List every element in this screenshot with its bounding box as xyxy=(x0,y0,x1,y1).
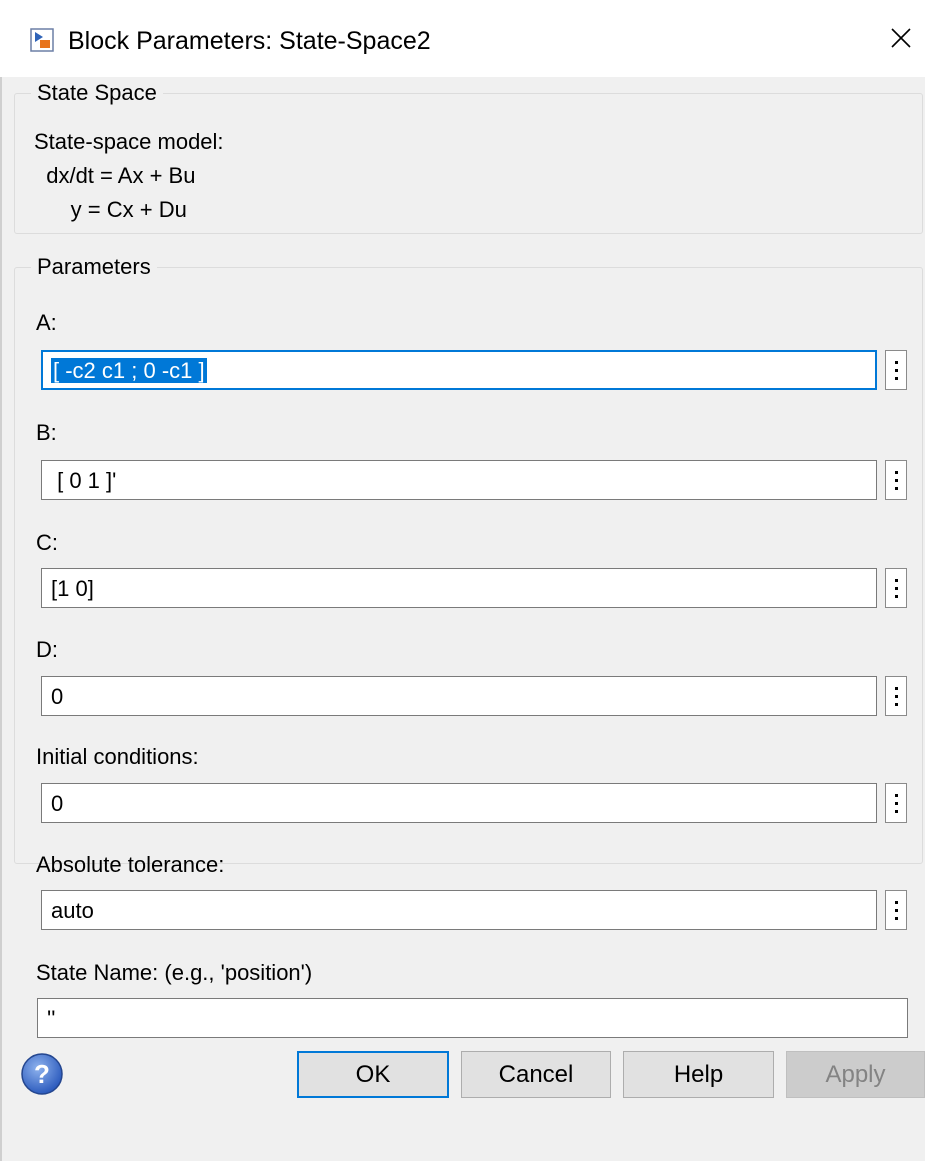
param-label-c: C: xyxy=(36,530,58,555)
param-input-d[interactable]: 0 xyxy=(41,676,877,716)
param-input-state-name[interactable]: '' xyxy=(37,998,908,1038)
window-title: Block Parameters: State-Space2 xyxy=(68,27,431,55)
param-menu-initial-conditions[interactable] xyxy=(885,783,907,823)
cancel-button[interactable]: Cancel xyxy=(461,1051,611,1098)
parameters-legend: Parameters xyxy=(37,254,151,279)
description-legend: State Space xyxy=(37,80,157,105)
description-line-2: dx/dt = Ax + Bu xyxy=(34,163,196,188)
param-value-a: [ -c2 c1 ; 0 -c1 ] xyxy=(51,358,207,383)
description-line-1: State-space model: xyxy=(34,129,224,154)
param-label-state-name: State Name: (e.g., 'position') xyxy=(36,960,313,985)
param-label-d: D: xyxy=(36,637,58,662)
close-button[interactable] xyxy=(878,14,924,64)
close-icon xyxy=(891,28,911,48)
param-menu-c[interactable] xyxy=(885,568,907,608)
question-circle-icon[interactable]: ? xyxy=(20,1052,64,1096)
param-label-b: B: xyxy=(36,420,57,445)
window-border xyxy=(0,77,2,1161)
param-menu-a[interactable] xyxy=(885,350,907,390)
help-button[interactable]: Help xyxy=(623,1051,774,1098)
svg-text:?: ? xyxy=(34,1059,50,1089)
title-bar: Block Parameters: State-Space2 xyxy=(0,0,925,77)
simulink-block-icon xyxy=(30,28,54,52)
param-menu-absolute-tolerance[interactable] xyxy=(885,890,907,930)
param-input-a[interactable]: [ -c2 c1 ; 0 -c1 ] xyxy=(41,350,877,390)
param-menu-d[interactable] xyxy=(885,676,907,716)
param-input-absolute-tolerance[interactable]: auto xyxy=(41,890,877,930)
param-input-c[interactable]: [1 0] xyxy=(41,568,877,608)
param-label-absolute-tolerance: Absolute tolerance: xyxy=(36,852,225,877)
param-input-b[interactable]: [ 0 1 ]' xyxy=(41,460,877,500)
param-label-initial-conditions: Initial conditions: xyxy=(36,744,199,769)
param-menu-b[interactable] xyxy=(885,460,907,500)
apply-button[interactable]: Apply xyxy=(786,1051,925,1098)
dialog-window: Block Parameters: State-Space2 State Spa… xyxy=(0,0,925,1161)
param-label-a: A: xyxy=(36,310,57,335)
description-line-3: y = Cx + Du xyxy=(34,197,187,222)
param-input-initial-conditions[interactable]: 0 xyxy=(41,783,877,823)
parameters-group: Parameters xyxy=(14,254,923,864)
ok-button[interactable]: OK xyxy=(297,1051,449,1098)
